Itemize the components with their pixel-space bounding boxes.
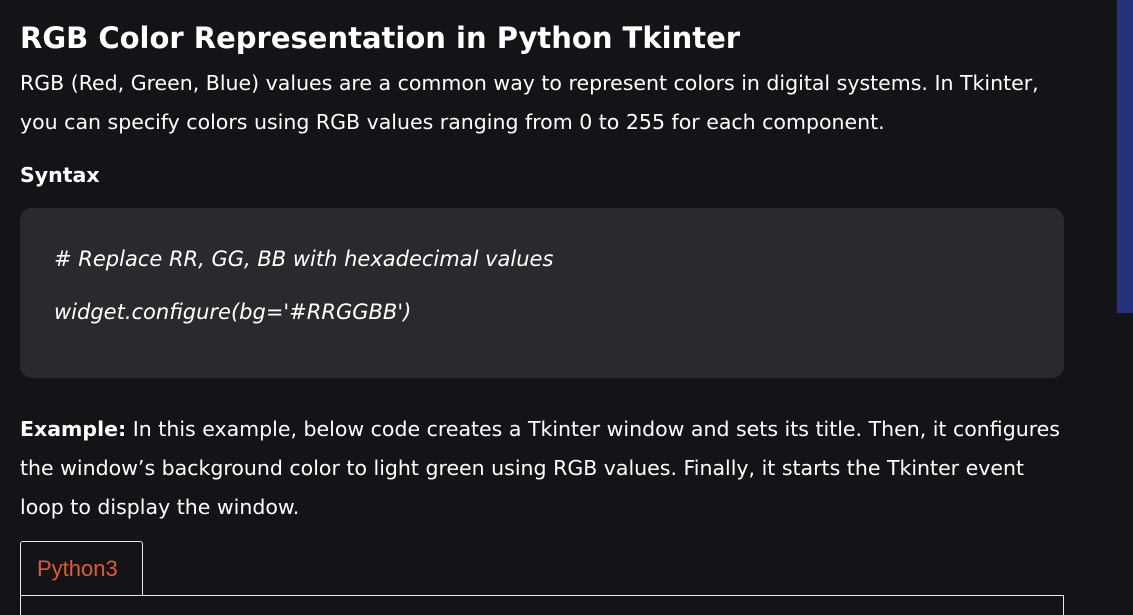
syntax-code-block[interactable]: # Replace RR, GG, BB with hexadecimal va… xyxy=(20,208,1064,378)
syntax-heading: Syntax xyxy=(20,163,100,187)
syntax-code-line: # Replace RR, GG, BB with hexadecimal va… xyxy=(54,247,554,271)
intro-paragraph: RGB (Red, Green, Blue) values are a comm… xyxy=(20,71,1039,134)
example-label: Example: xyxy=(20,417,127,441)
tab-python3[interactable]: Python3 xyxy=(20,541,143,595)
example-description: In this example, below code creates a Tk… xyxy=(20,417,1060,519)
example-paragraph: Example: In this example, below code cre… xyxy=(20,410,1064,527)
code-panel[interactable] xyxy=(20,595,1064,615)
syntax-code-line: widget.configure(bg='#RRGGBB') xyxy=(54,300,412,324)
page-title: RGB Color Representation in Python Tkint… xyxy=(20,21,741,55)
scrollbar-thumb[interactable] xyxy=(1117,0,1133,313)
tab-label: Python3 xyxy=(37,556,118,581)
